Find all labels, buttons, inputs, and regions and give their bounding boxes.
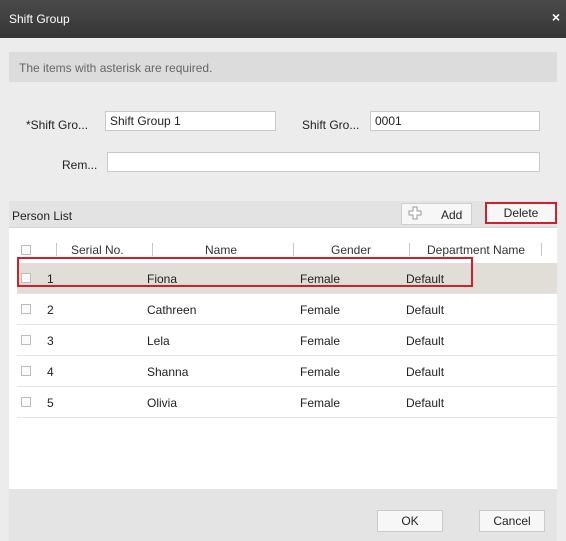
department-cell: Default: [406, 396, 445, 410]
column-header-name[interactable]: Name: [205, 243, 237, 257]
serial-cell: 1: [47, 272, 54, 286]
remark-input[interactable]: [107, 152, 540, 172]
shift-group-name-label: *Shift Gro...: [26, 118, 89, 132]
required-notice: The items with asterisk are required.: [9, 52, 557, 82]
gender-cell: Female: [300, 303, 341, 317]
column-divider: [152, 243, 153, 256]
row-checkbox[interactable]: [21, 397, 31, 407]
person-list-panel: Person List Add Delete Serial No. Name G…: [9, 201, 557, 489]
row-checkbox[interactable]: [21, 335, 31, 345]
column-header-serial[interactable]: Serial No.: [71, 243, 124, 257]
gender-cell: Female: [300, 365, 341, 379]
delete-button[interactable]: Delete: [485, 202, 557, 224]
shift-group-no-input[interactable]: [370, 111, 540, 131]
table-row[interactable]: 4 Shanna Female Default: [17, 356, 557, 387]
serial-cell: 3: [47, 334, 54, 348]
column-header-department[interactable]: Department Name: [427, 243, 525, 257]
serial-cell: 5: [47, 396, 54, 410]
table-header: Serial No. Name Gender Department Name: [17, 237, 557, 264]
column-header-gender[interactable]: Gender: [331, 243, 371, 257]
name-cell: Olivia: [147, 396, 178, 410]
cancel-button[interactable]: Cancel: [479, 510, 545, 532]
gender-cell: Female: [300, 396, 341, 410]
department-cell: Default: [406, 334, 445, 348]
name-cell: Lela: [147, 334, 170, 348]
add-button[interactable]: Add: [401, 203, 472, 225]
shift-group-no-label: Shift Gro...: [302, 118, 360, 132]
row-checkbox[interactable]: [21, 366, 31, 376]
gender-cell: Female: [300, 334, 341, 348]
column-divider: [409, 243, 410, 256]
name-cell: Shanna: [147, 365, 189, 379]
footer-area: [9, 489, 557, 541]
required-notice-text: The items with asterisk are required.: [19, 61, 213, 75]
person-list-title: Person List: [12, 209, 73, 223]
department-cell: Default: [406, 365, 445, 379]
column-divider: [56, 243, 57, 256]
name-cell: Cathreen: [147, 303, 197, 317]
dialog-title: Shift Group: [9, 12, 70, 26]
select-all-checkbox[interactable]: [21, 245, 31, 255]
row-checkbox[interactable]: [21, 273, 31, 283]
name-cell: Fiona: [147, 272, 178, 286]
dialog-content: The items with asterisk are required. *S…: [9, 38, 557, 541]
row-checkbox[interactable]: [21, 304, 31, 314]
serial-cell: 2: [47, 303, 54, 317]
table-row[interactable]: 5 Olivia Female Default: [17, 387, 557, 418]
column-divider: [293, 243, 294, 256]
ok-button[interactable]: OK: [377, 510, 443, 532]
remark-label: Rem...: [62, 158, 98, 172]
shift-group-name-input[interactable]: [105, 111, 276, 131]
shift-group-dialog: Shift Group × The items with asterisk ar…: [0, 0, 566, 541]
department-cell: Default: [406, 272, 445, 286]
department-cell: Default: [406, 303, 445, 317]
title-bar: Shift Group ×: [0, 0, 566, 38]
table-row[interactable]: 1 Fiona Female Default: [17, 263, 557, 294]
serial-cell: 4: [47, 365, 54, 379]
gender-cell: Female: [300, 272, 341, 286]
table-row[interactable]: 2 Cathreen Female Default: [17, 294, 557, 325]
close-icon[interactable]: ×: [552, 9, 560, 25]
plus-icon: [408, 206, 422, 220]
add-button-label: Add: [441, 208, 463, 222]
table-row[interactable]: 3 Lela Female Default: [17, 325, 557, 356]
person-list-header: Person List Add Delete: [9, 201, 557, 228]
column-divider: [541, 243, 542, 256]
